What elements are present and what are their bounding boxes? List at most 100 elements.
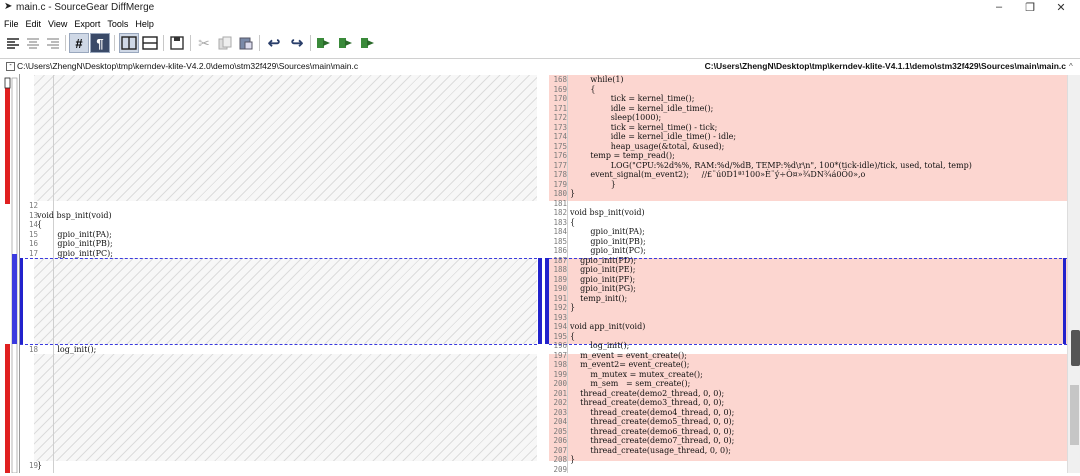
side-handle[interactable]	[1071, 330, 1080, 366]
line-number: 14	[28, 220, 38, 229]
code-line: void app_init(void)	[570, 322, 646, 331]
line-number: 173	[553, 122, 567, 132]
code-line: thread_create(demo5_thread, 0, 0);	[570, 417, 735, 426]
line-number: 205	[553, 426, 567, 436]
overview-markers	[4, 77, 18, 474]
pilcrow-icon[interactable]: ¶	[90, 33, 110, 53]
cut-icon[interactable]: ✂	[194, 33, 214, 53]
code-line: gpio_init(PD);	[570, 255, 637, 265]
line-number: 202	[553, 398, 567, 407]
line-number-icon[interactable]: #	[69, 33, 89, 53]
toolbar-separator	[65, 35, 66, 51]
paste-icon[interactable]	[236, 33, 256, 53]
save-icon[interactable]	[167, 33, 187, 53]
left-pane[interactable]: 12 13 void bsp_init(void) 14 { 15 gpio_i…	[20, 75, 537, 473]
line-number: 200	[553, 379, 567, 388]
title-bar: ➤ main.c - SourceGear DiffMerge – ❐ ✕	[0, 0, 1080, 16]
scroll-up-icon[interactable]: ^	[1069, 62, 1073, 71]
code-line: log_init();	[570, 341, 630, 350]
line-number: 185	[553, 236, 567, 246]
line-number: 203	[553, 407, 567, 417]
line-number: 19	[28, 461, 38, 470]
line-number: 17	[28, 248, 38, 258]
code-line: m_event = event_create();	[570, 350, 687, 360]
line-number: 207	[553, 445, 567, 455]
menu-edit[interactable]: Edit	[22, 17, 45, 29]
change-indicator	[1063, 258, 1066, 344]
apply-change-icon[interactable]	[358, 33, 378, 53]
align-left-icon[interactable]	[3, 33, 23, 53]
window-title: main.c - SourceGear DiffMerge	[16, 2, 155, 13]
change-block-border	[20, 344, 537, 345]
line-number: 174	[553, 132, 567, 141]
toolbar: # ¶ ✂ ↩ ↪	[0, 31, 1080, 55]
line-number: 191	[553, 293, 567, 303]
diff-overview[interactable]	[3, 74, 20, 474]
line-number: 194	[553, 322, 567, 331]
left-empty-region	[34, 258, 537, 344]
redo-icon[interactable]: ↪	[287, 33, 307, 53]
code-line: }	[570, 455, 576, 464]
code-line: event_signal(m_event2); //£¨ú0D1ª¹100»È¨…	[570, 170, 866, 179]
line-number: 176	[553, 151, 567, 160]
prev-change-icon[interactable]	[336, 33, 356, 53]
stacked-pane-icon[interactable]	[140, 33, 160, 53]
minimize-button[interactable]: –	[986, 1, 1012, 13]
menu-export[interactable]: Export	[70, 17, 103, 29]
line-number: 182	[553, 208, 567, 217]
vertical-scrollbar[interactable]	[1067, 75, 1080, 473]
align-center-icon[interactable]	[23, 33, 43, 53]
menu-tools[interactable]: Tools	[103, 17, 131, 29]
line-number: 169	[553, 84, 567, 94]
menu-help[interactable]: Help	[131, 17, 157, 29]
line-number: 189	[553, 274, 567, 284]
code-line: temp = temp_read();	[570, 151, 675, 160]
two-pane-icon[interactable]	[119, 33, 139, 53]
line-number: 18	[28, 344, 38, 354]
left-change-marker	[538, 258, 542, 344]
line-number: 209	[553, 464, 567, 474]
line-number: 195	[553, 331, 567, 341]
menu-file[interactable]: File	[0, 17, 22, 29]
code-line: m_event2= event_create();	[570, 360, 690, 369]
line-number: 196	[553, 341, 567, 350]
code-line: gpio_init(PG);	[570, 284, 636, 293]
next-change-icon[interactable]	[314, 33, 334, 53]
left-gutter	[20, 75, 54, 473]
close-button[interactable]: ✕	[1048, 1, 1074, 14]
left-file-path: C:\Users\ZhengN\Desktop\tmp\kerndev-klit…	[17, 61, 359, 71]
code-line: tick = kernel_time();	[570, 94, 695, 103]
copy-icon[interactable]	[215, 33, 235, 53]
code-line: gpio_init(PA);	[37, 229, 112, 239]
collapse-icon[interactable]: -	[6, 62, 15, 71]
code-line: LOG("CPU:%2d%%, RAM:%d/%dB, TEMP:%d\r\n"…	[570, 160, 972, 170]
code-line: gpio_init(PB);	[570, 236, 646, 246]
toolbar-separator	[259, 35, 260, 51]
line-number: 188	[553, 265, 567, 274]
undo-icon[interactable]: ↩	[264, 33, 284, 53]
line-number: 204	[553, 417, 567, 426]
code-line: gpio_init(PA);	[570, 227, 645, 236]
line-number: 190	[553, 284, 567, 293]
maximize-button[interactable]: ❐	[1017, 1, 1043, 14]
code-line: gpio_init(PC);	[37, 248, 113, 258]
line-number: 183	[553, 217, 567, 227]
toolbar-separator	[114, 35, 115, 51]
code-line: thread_create(demo6_thread, 0, 0);	[570, 426, 735, 436]
line-number: 199	[553, 369, 567, 379]
scrollbar-thumb[interactable]	[1070, 385, 1079, 445]
align-right-icon[interactable]	[43, 33, 63, 53]
line-number: 172	[553, 113, 567, 122]
change-block-border	[20, 258, 537, 259]
right-pane[interactable]: 168 while(1) 169 {170 tick = kernel_time(…	[549, 75, 1067, 473]
code-line: {	[570, 217, 576, 227]
line-number: 177	[553, 160, 567, 170]
code-line: {	[570, 84, 596, 94]
line-number: 192	[553, 303, 567, 312]
code-line: sleep(1000);	[570, 113, 662, 122]
code-line: gpio_init(PB);	[37, 239, 113, 248]
left-empty-region	[34, 75, 537, 201]
code-line: thread_create(demo4_thread, 0, 0);	[570, 407, 735, 417]
menu-view[interactable]: View	[44, 17, 70, 29]
line-number: 170	[553, 94, 567, 103]
